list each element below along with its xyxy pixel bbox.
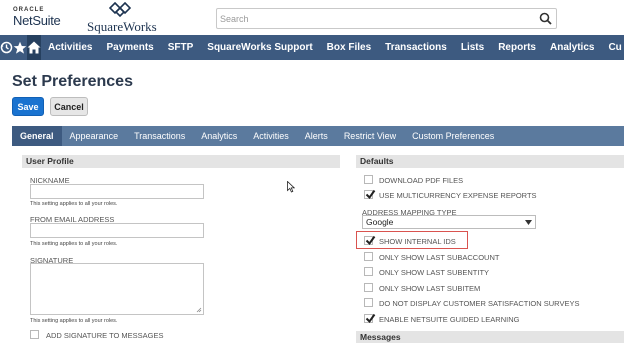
download-pdf-checkbox[interactable] bbox=[364, 175, 373, 184]
shortcuts-button[interactable] bbox=[13, 35, 27, 60]
nav-customization[interactable]: Cu bbox=[601, 35, 624, 60]
tab-alerts[interactable]: Alerts bbox=[297, 126, 336, 146]
checkmark-icon bbox=[365, 189, 376, 200]
nav-squareworks-support[interactable]: SquareWorks Support bbox=[200, 35, 319, 60]
tab-restrict-view[interactable]: Restrict View bbox=[336, 126, 404, 146]
history-icon bbox=[0, 41, 13, 54]
tab-analytics[interactable]: Analytics bbox=[193, 126, 245, 146]
show-internal-ids-label: SHOW INTERNAL IDS bbox=[379, 237, 456, 246]
add-signature-label: ADD SIGNATURE TO MESSAGES bbox=[46, 331, 164, 340]
global-search[interactable] bbox=[216, 8, 557, 29]
last-subaccount-checkbox[interactable] bbox=[364, 252, 373, 261]
address-mapping-select[interactable]: Google bbox=[362, 215, 536, 229]
mouse-cursor-icon bbox=[287, 181, 295, 193]
add-signature-checkbox[interactable] bbox=[30, 330, 39, 339]
tab-custom-preferences[interactable]: Custom Preferences bbox=[404, 126, 502, 146]
tab-appearance[interactable]: Appearance bbox=[62, 126, 127, 146]
resize-handle-icon[interactable] bbox=[196, 307, 202, 313]
squareworks-mark-icon bbox=[109, 2, 131, 18]
last-subitem-checkbox[interactable] bbox=[364, 283, 373, 292]
squareworks-logo[interactable]: SquareWorks bbox=[83, 2, 193, 34]
netsuite-logo[interactable]: ORACLE NetSuite bbox=[13, 7, 67, 28]
nickname-help: This setting applies to all your roles. bbox=[30, 201, 118, 207]
main-navigation: Activities Payments SFTP SquareWorks Sup… bbox=[0, 35, 624, 60]
messages-header: Messages bbox=[356, 331, 624, 343]
nav-analytics[interactable]: Analytics bbox=[543, 35, 601, 60]
last-subentity-checkbox[interactable] bbox=[364, 267, 373, 276]
nav-reports[interactable]: Reports bbox=[491, 35, 543, 60]
from-email-help: This setting applies to all your roles. bbox=[30, 241, 118, 247]
show-internal-ids-checkbox[interactable] bbox=[364, 235, 376, 246]
page-title: Set Preferences bbox=[12, 73, 133, 90]
nav-sftp[interactable]: SFTP bbox=[161, 35, 201, 60]
nav-box-files[interactable]: Box Files bbox=[320, 35, 378, 60]
last-subentity-label: ONLY SHOW LAST SUBENTITY bbox=[379, 268, 490, 277]
user-profile-header: User Profile bbox=[22, 155, 340, 168]
signature-help: This setting applies to all your roles. bbox=[30, 318, 118, 324]
netsuite-wordmark: NetSuite bbox=[13, 13, 61, 28]
star-icon bbox=[13, 41, 27, 54]
signature-textarea[interactable] bbox=[30, 263, 204, 315]
squareworks-wordmark: SquareWorks bbox=[87, 19, 157, 34]
tab-transactions[interactable]: Transactions bbox=[126, 126, 193, 146]
last-subaccount-label: ONLY SHOW LAST SUBACCOUNT bbox=[379, 253, 500, 262]
multicurrency-label: USE MULTICURRENCY EXPENSE REPORTS bbox=[379, 191, 537, 200]
save-button[interactable]: Save bbox=[12, 97, 44, 116]
no-surveys-checkbox[interactable] bbox=[364, 298, 373, 307]
nav-transactions[interactable]: Transactions bbox=[378, 35, 454, 60]
checkmark-icon bbox=[365, 313, 376, 324]
checkmark-icon bbox=[365, 235, 376, 246]
nickname-field[interactable] bbox=[30, 184, 204, 199]
search-input[interactable] bbox=[217, 9, 535, 28]
home-button[interactable] bbox=[27, 35, 41, 60]
no-surveys-label: DO NOT DISPLAY CUSTOMER SATISFACTION SUR… bbox=[379, 299, 580, 308]
multicurrency-checkbox[interactable] bbox=[364, 189, 376, 200]
nav-payments[interactable]: Payments bbox=[99, 35, 160, 60]
address-mapping-value: Google bbox=[366, 217, 394, 227]
download-pdf-label: DOWNLOAD PDF FILES bbox=[379, 176, 464, 185]
top-header: ORACLE NetSuite SquareWorks bbox=[0, 0, 624, 35]
chevron-down-icon bbox=[525, 220, 532, 225]
defaults-header: Defaults bbox=[356, 155, 624, 168]
last-subitem-label: ONLY SHOW LAST SUBITEM bbox=[379, 284, 481, 293]
tab-activities[interactable]: Activities bbox=[245, 126, 297, 146]
recent-records-button[interactable] bbox=[0, 35, 13, 60]
home-icon bbox=[27, 41, 41, 54]
nav-activities[interactable]: Activities bbox=[41, 35, 99, 60]
guided-learning-label: ENABLE NETSUITE GUIDED LEARNING bbox=[379, 315, 520, 324]
search-icon[interactable] bbox=[539, 12, 552, 25]
preferences-tabs: General Appearance Transactions Analytic… bbox=[12, 126, 624, 146]
guided-learning-checkbox[interactable] bbox=[364, 313, 376, 324]
tab-general[interactable]: General bbox=[12, 126, 62, 146]
from-email-field[interactable] bbox=[30, 223, 204, 238]
cancel-button[interactable]: Cancel bbox=[50, 97, 88, 116]
nav-lists[interactable]: Lists bbox=[454, 35, 491, 60]
